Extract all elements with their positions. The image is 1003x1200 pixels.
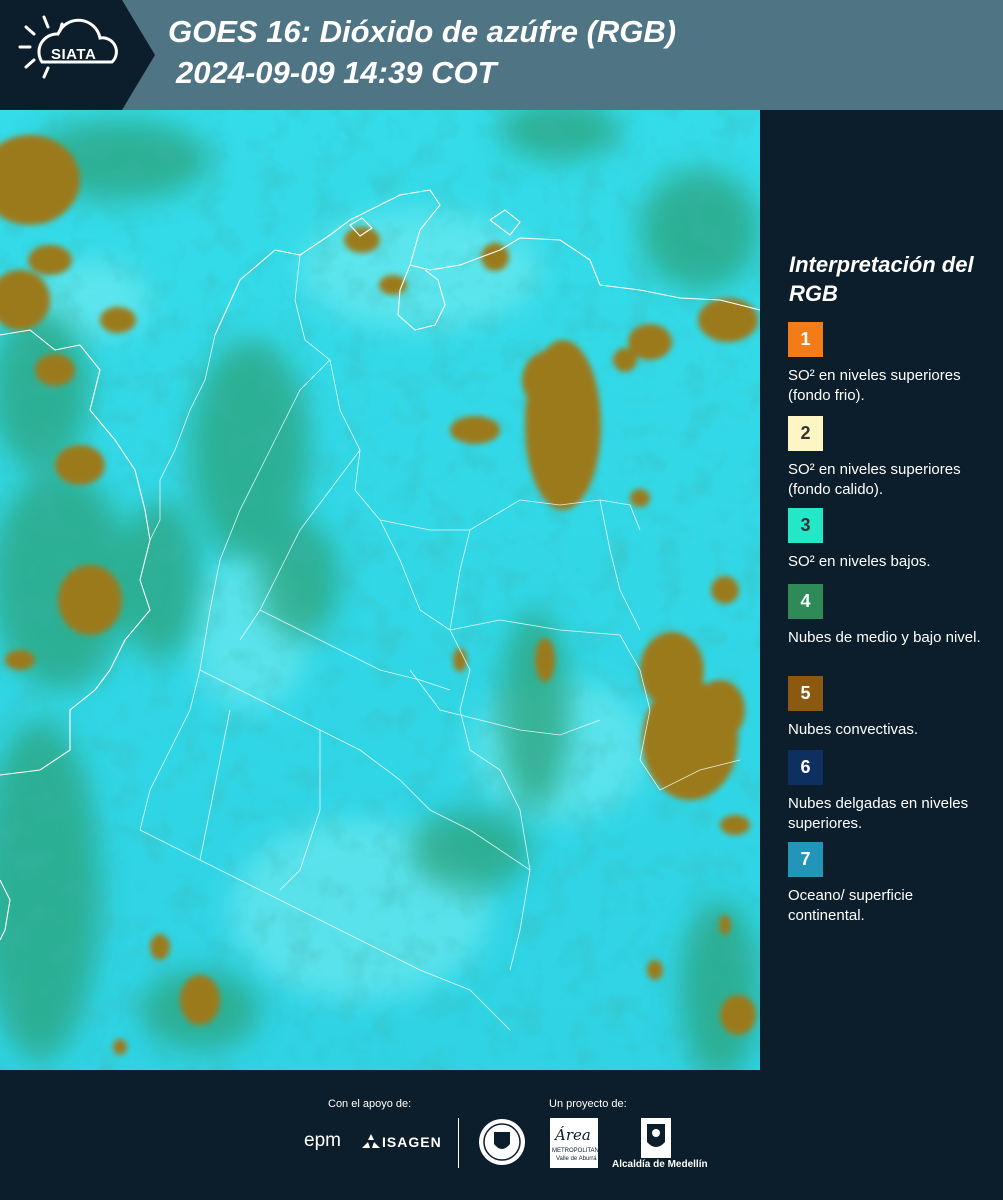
legend-swatch-4: 4 [788, 584, 823, 619]
area-logo-sub1: METROPOLITANA [552, 1148, 603, 1154]
page-timestamp: 2024-09-09 14:39 COT [176, 55, 497, 90]
legend-swatch-1: 1 [788, 322, 823, 357]
medellin-seal-icon [478, 1118, 526, 1171]
support-label: Con el apoyo de: [328, 1098, 412, 1110]
legend-text-3: SO² en niveles bajos. [788, 553, 931, 570]
legend-item-5: 5 Nubes convectivas. [788, 676, 993, 740]
footer-sponsors: Con el apoyo de: Un proyecto de: epm ISA… [0, 1070, 1003, 1200]
siata-logo: SIATA [0, 0, 160, 110]
footer-divider [458, 1118, 459, 1168]
page-title: GOES 16: Dióxido de azúfre (RGB) [168, 14, 677, 49]
legend-text-6: Nubes delgadas en niveles superiores. [788, 795, 969, 832]
legend-item-7: 7 Oceano/ superficie continental. [788, 842, 993, 926]
legend-text-2: SO² en niveles superiores (fondo calido)… [788, 461, 961, 498]
legend-swatch-6: 6 [788, 750, 823, 785]
area-logo-text: Área [555, 1126, 591, 1144]
alcaldia-logo-text: Alcaldía de Medellín [612, 1159, 708, 1170]
isagen-logo: ISAGEN [382, 1134, 442, 1150]
siata-logo-text: SIATA [51, 46, 97, 63]
legend-swatch-3: 3 [788, 508, 823, 543]
legend-swatch-5: 5 [788, 676, 823, 711]
legend-item-2: 2 SO² en niveles superiores (fondo calid… [788, 416, 993, 500]
legend-item-4: 4 Nubes de medio y bajo nivel. [788, 584, 993, 648]
legend-text-1: SO² en niveles superiores (fondo frio). [788, 367, 961, 404]
legend-item-6: 6 Nubes delgadas en niveles superiores. [788, 750, 993, 834]
satellite-map [0, 110, 760, 1070]
legend-text-5: Nubes convectivas. [788, 721, 919, 738]
legend-title: Interpretación del RGB [789, 252, 974, 306]
isagen-icon [362, 1134, 380, 1155]
alcaldia-shield-icon [641, 1118, 671, 1163]
legend-item-3: 3 SO² en niveles bajos. [788, 508, 993, 572]
legend-item-1: 1 SO² en niveles superiores (fondo frio)… [788, 322, 993, 406]
epm-logo: epm [304, 1130, 341, 1151]
legend-text-7: Oceano/ superficie continental. [788, 887, 914, 924]
project-label: Un proyecto de: [549, 1098, 627, 1110]
area-logo-sub2: Valle de Aburrá [556, 1156, 597, 1162]
legend-swatch-7: 7 [788, 842, 823, 877]
legend-panel: Interpretación del RGB 1 SO² en niveles … [760, 110, 1003, 1070]
header-bar: SIATA GOES 16: Dióxido de azúfre (RGB) 2… [0, 0, 1003, 110]
legend-swatch-2: 2 [788, 416, 823, 451]
legend-text-4: Nubes de medio y bajo nivel. [788, 629, 981, 646]
